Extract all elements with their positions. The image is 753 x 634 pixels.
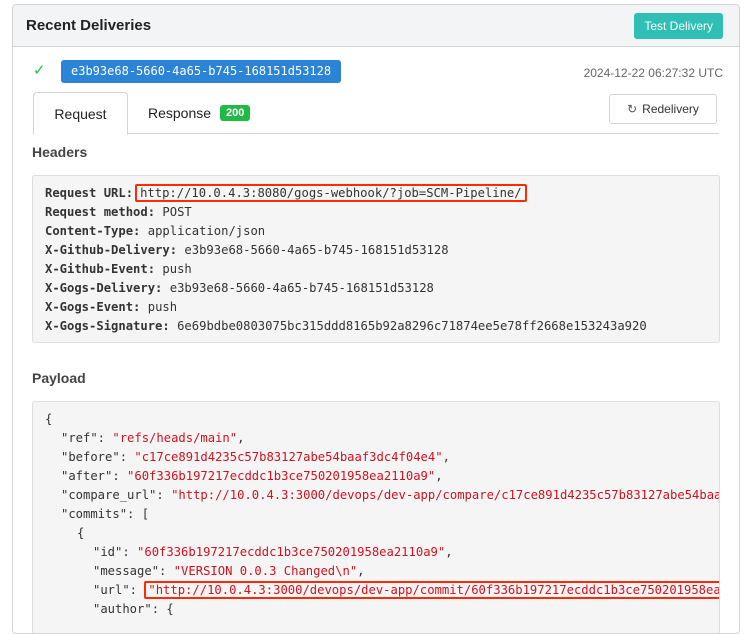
json-line: "url": "http://10.0.4.3:3000/devops/dev-… (45, 581, 719, 600)
tab-response[interactable]: Response 200 (148, 92, 251, 134)
json-brace: { (45, 412, 53, 426)
header-key: Request URL: (45, 186, 134, 200)
header-value: push (162, 262, 192, 276)
request-url-value: http://10.0.4.3:8080/gogs-webhook/?job=S… (135, 184, 527, 202)
header-line: X-Gogs-Delivery: e3b93e68-5660-4a65-b745… (45, 279, 707, 298)
delivery-timestamp: 2024-12-22 06:27:32 UTC (583, 66, 723, 80)
redelivery-label: Redelivery (642, 102, 699, 116)
header-line: Request method: POST (45, 203, 707, 222)
json-brace: { (77, 526, 85, 540)
json-line: { (45, 410, 707, 429)
response-status-badge: 200 (220, 105, 251, 121)
headers-title: Headers (32, 144, 88, 160)
json-line: "before": "c17ce891d4235c57b83127abe54ba… (61, 450, 450, 464)
header-value: e3b93e68-5660-4a65-b745-168151d53128 (184, 243, 449, 257)
header-line: X-Gogs-Signature: 6e69bdbe0803075bc315dd… (45, 317, 707, 336)
json-key: "ref": (61, 431, 113, 445)
header-line: Content-Type: application/json (45, 222, 707, 241)
header-line: X-Gogs-Event: push (45, 298, 707, 317)
header-value: e3b93e68-5660-4a65-b745-168151d53128 (169, 281, 434, 295)
header-key: X-Gogs-Event: (45, 300, 141, 314)
header-value: application/json (147, 224, 266, 238)
tab-request[interactable]: Request (33, 92, 128, 135)
delivery-row[interactable]: ✓ e3b93e68-5660-4a65-b745-168151d53128 2… (13, 47, 739, 87)
panel-title: Recent Deliveries (26, 17, 152, 34)
payload-box[interactable]: { "ref": "refs/heads/main", "before": "c… (32, 401, 720, 633)
json-line: "after": "60f336b197217ecddc1b3ce7502019… (61, 469, 443, 483)
json-key: "id": (93, 545, 138, 559)
header-line-request-url: Request URL: http://10.0.4.3:8080/gogs-we… (45, 184, 707, 203)
header-value: 6e69bdbe0803075bc315ddd8165b92a8296c7187… (177, 319, 647, 333)
delivery-tabs: Request Response 200 ↻ Redelivery (33, 92, 719, 135)
json-key: "commits": [ (61, 507, 150, 521)
header-value: push (147, 300, 178, 314)
json-key: "after": (61, 469, 128, 483)
header-key: Request method: (45, 205, 156, 219)
json-key: "compare_url": (61, 488, 172, 502)
test-delivery-button[interactable]: Test Delivery (634, 12, 723, 39)
json-line: "commits": [ (45, 505, 707, 524)
redelivery-button[interactable]: ↻ Redelivery (609, 94, 717, 124)
recent-deliveries-panel: Recent Deliveries Test Delivery ✓ e3b93e… (12, 4, 740, 634)
json-key: "before": (61, 450, 135, 464)
header-line: X-Github-Delivery: e3b93e68-5660-4a65-b7… (45, 241, 707, 260)
json-key: "author": { (93, 602, 174, 616)
json-value: "60f336b197217ecddc1b3ce750201958ea2110a… (127, 469, 436, 483)
panel-header: Recent Deliveries Test Delivery (13, 5, 739, 47)
header-key: X-Gogs-Delivery: (45, 281, 163, 295)
json-value: "VERSION 0.0.3 Changed\n" (173, 564, 358, 578)
headers-box: Request URL: http://10.0.4.3:8080/gogs-we… (32, 175, 720, 343)
refresh-icon: ↻ (627, 102, 638, 116)
header-line: X-Github-Event: push (45, 260, 707, 279)
json-line: "ref": "refs/heads/main", (61, 431, 245, 445)
header-key: X-Github-Event: (45, 262, 156, 276)
json-line: "message": "VERSION 0.0.3 Changed\n", (93, 564, 365, 578)
json-line: "id": "60f336b197217ecddc1b3ce750201958e… (93, 545, 453, 559)
json-key: "url": (93, 583, 145, 597)
json-line: "author": { (45, 600, 707, 619)
json-value: "http://10.0.4.3:3000/devops/dev-app/com… (171, 488, 719, 502)
json-value: "c17ce891d4235c57b83127abe54baaf3dc4f04e… (134, 450, 443, 464)
header-key: Content-Type: (45, 224, 141, 238)
json-value: "refs/heads/main" (112, 431, 238, 445)
json-line: { (45, 524, 707, 543)
header-key: X-Github-Delivery: (45, 243, 178, 257)
header-key: X-Gogs-Signature: (45, 319, 170, 333)
header-value: POST (162, 205, 192, 219)
commit-url-value: "http://10.0.4.3:3000/devops/dev-app/com… (144, 581, 719, 599)
delivery-uuid-label[interactable]: e3b93e68-5660-4a65-b745-168151d53128 (61, 60, 342, 83)
json-line: "compare_url": "http://10.0.4.3:3000/dev… (45, 486, 719, 505)
tab-request-label: Request (54, 105, 107, 122)
json-value: "60f336b197217ecddc1b3ce750201958ea2110a… (137, 545, 446, 559)
json-key: "message": (93, 564, 174, 578)
tab-response-label: Response (148, 105, 212, 121)
check-icon: ✓ (33, 62, 46, 79)
payload-title: Payload (32, 370, 86, 386)
